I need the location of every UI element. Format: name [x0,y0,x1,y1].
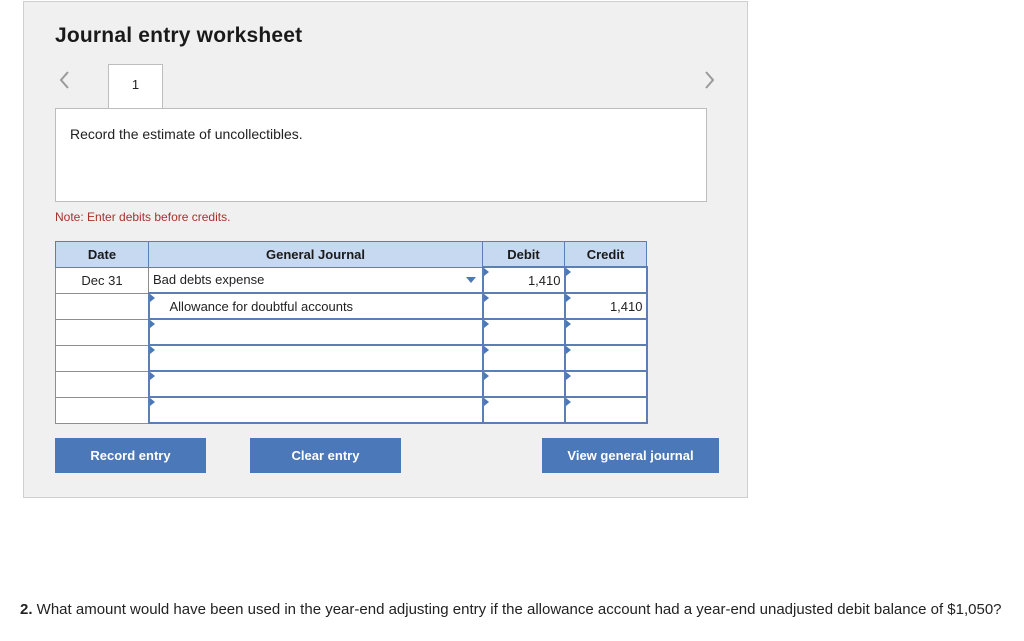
view-general-journal-button[interactable]: View general journal [542,438,719,473]
debit-input[interactable] [481,292,566,320]
cell-marker-icon [565,398,571,406]
journal-header-row: Date General Journal Debit Credit [55,241,647,268]
question-body: What amount would have been used in the … [32,601,1002,618]
cell-marker-icon [149,294,155,302]
credit-value: 1,410 [609,298,643,314]
cell-marker-icon [149,372,155,380]
journal-row: Dec 31 Bad debts expense 1,410 [55,266,648,294]
cell-marker-icon [565,320,571,328]
worksheet-title: Journal entry worksheet [55,24,303,47]
journal-row [55,318,648,346]
note-text: Note: Enter debits before credits. [55,210,231,224]
cell-marker-icon [149,346,155,354]
credit-input[interactable]: 1,410 [563,292,648,320]
date-cell[interactable] [55,318,149,346]
prev-entry-button[interactable] [55,68,75,92]
credit-input[interactable] [563,370,648,398]
next-entry-button[interactable] [699,68,719,92]
cell-marker-icon [565,268,571,276]
cell-marker-icon [483,268,489,276]
cell-marker-icon [483,372,489,380]
cell-marker-icon [149,320,155,328]
question-number: 2. [20,601,33,618]
cell-marker-icon [483,294,489,302]
record-entry-button[interactable]: Record entry [55,438,206,473]
journal-worksheet-panel: Journal entry worksheet 1 Record the est… [23,1,748,498]
cell-marker-icon [483,398,489,406]
cell-marker-icon [565,294,571,302]
entry-tab-1[interactable]: 1 [108,64,163,111]
account-select[interactable] [147,318,484,346]
chevron-right-icon [705,71,715,89]
debit-input[interactable] [481,318,566,346]
clear-entry-button[interactable]: Clear entry [250,438,401,473]
debit-input[interactable] [481,370,566,398]
account-select[interactable] [147,344,484,372]
date-cell[interactable]: Dec 31 [55,266,149,294]
debit-input[interactable]: 1,410 [481,266,566,294]
date-header: Date [55,241,149,268]
entry-prompt-text: Record the estimate of uncollectibles. [70,126,303,142]
journal-row [55,370,648,398]
debit-input[interactable] [481,396,566,424]
date-cell[interactable] [55,370,149,398]
date-cell[interactable] [55,396,149,424]
caret-down-icon[interactable] [465,276,476,283]
question-text: 2. What amount would have been used in t… [20,600,1010,619]
entry-prompt-box: Record the estimate of uncollectibles. [55,108,707,202]
account-select[interactable] [147,370,484,398]
credit-input[interactable] [563,344,648,372]
general-journal-header: General Journal [148,241,483,268]
account-select[interactable] [147,396,484,424]
date-cell[interactable] [55,344,149,372]
credit-input[interactable] [563,396,648,424]
date-cell[interactable] [55,292,149,320]
credit-input[interactable] [563,318,648,346]
journal-row [55,344,648,372]
account-select[interactable]: Allowance for doubtful accounts [147,292,484,320]
journal-row: Allowance for doubtful accounts 1,410 [55,292,648,320]
account-value: Allowance for doubtful accounts [169,298,354,314]
credit-header: Credit [564,241,647,268]
cell-marker-icon [565,346,571,354]
journal-row [55,396,648,424]
account-value: Bad debts expense [153,272,265,288]
cell-marker-icon [149,398,155,406]
chevron-left-icon [59,71,69,89]
account-select[interactable]: Bad debts expense [148,266,483,294]
cell-marker-icon [483,320,489,328]
journal-table: Date General Journal Debit Credit Dec 31… [55,241,648,424]
credit-input[interactable] [563,266,648,294]
cell-marker-icon [565,372,571,380]
debit-input[interactable] [481,344,566,372]
cell-marker-icon [483,346,489,354]
debit-value: 1,410 [527,272,561,288]
debit-header: Debit [482,241,565,268]
